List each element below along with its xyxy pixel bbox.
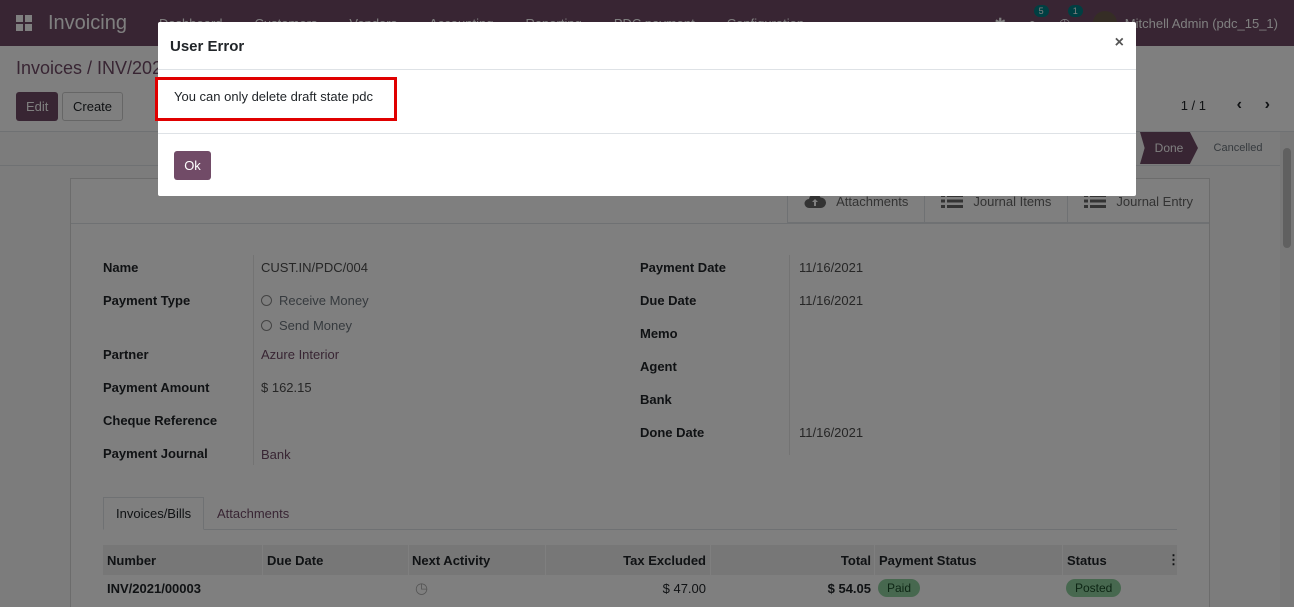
- dialog-title: User Error: [170, 38, 245, 55]
- user-error-dialog: User Error × You can only delete draft s…: [155, 22, 1136, 196]
- close-icon[interactable]: ×: [1115, 34, 1124, 52]
- ok-button[interactable]: Ok: [174, 151, 211, 180]
- dialog-footer-divider: [158, 133, 1136, 134]
- dialog-header-divider: [158, 69, 1136, 70]
- error-highlight-box: [155, 77, 397, 121]
